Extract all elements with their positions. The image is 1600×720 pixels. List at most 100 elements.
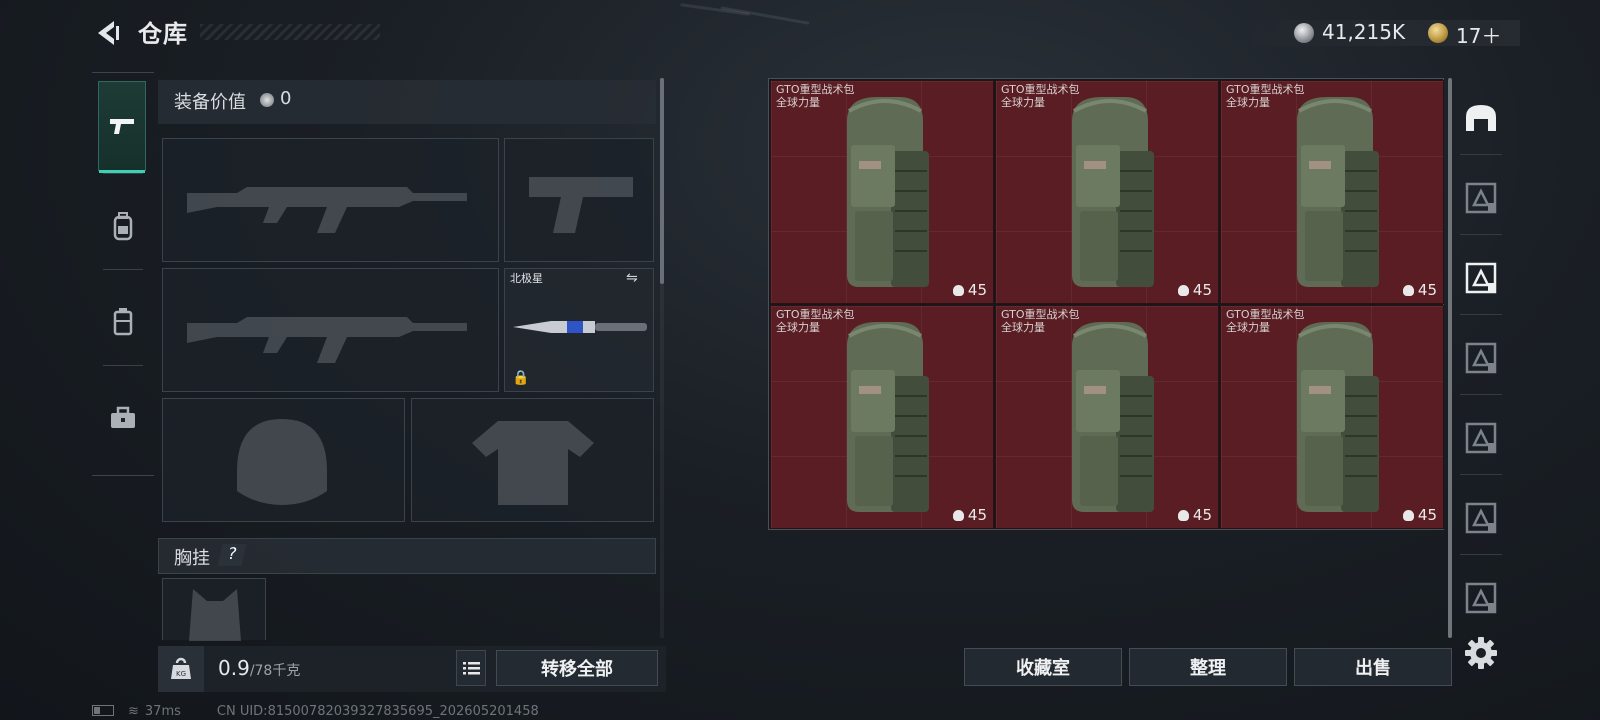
helmet-silhouette-icon (237, 419, 327, 505)
primary-weapon-slot-1[interactable] (162, 138, 499, 262)
tab-weapons[interactable] (98, 81, 146, 173)
list-view-button[interactable] (456, 650, 486, 686)
stash-page-6-icon (1465, 582, 1497, 614)
stash-page-4-icon (1465, 422, 1497, 454)
stash-item[interactable]: GTO重型战术包 全球力量 45 (1220, 305, 1444, 529)
stash-page-tab[interactable] (1460, 330, 1502, 386)
stash-page-tab[interactable] (1460, 170, 1502, 226)
item-tag: 全球力量 (1226, 321, 1270, 334)
list-icon (463, 662, 480, 675)
toolbox-icon (111, 406, 135, 428)
item-tag: 全球力量 (1001, 96, 1045, 109)
rifle-silhouette-icon (187, 187, 467, 233)
stash-scrollbar[interactable] (1448, 78, 1452, 638)
pistol-silhouette-icon (529, 177, 633, 233)
melee-item-name: 北极星 (510, 272, 543, 285)
tab-divider (1460, 474, 1502, 475)
stash-page-tabs (1460, 78, 1502, 638)
pistol-slot[interactable] (504, 138, 654, 262)
chest-rig-silhouette-icon (189, 589, 241, 641)
status-bar: ≋ 37ms CN UID:815007820393278356​95_202605… (92, 704, 539, 719)
backpack-icon (1072, 97, 1154, 287)
lock-icon: 🔒 (512, 370, 530, 386)
item-count: 45 (1403, 506, 1437, 524)
wifi-icon: ≋ (128, 704, 139, 719)
primary-weapon-slot-2[interactable] (162, 268, 499, 392)
sort-button[interactable]: 整理 (1129, 648, 1287, 686)
stash-item[interactable]: GTO重型战术包 全球力量 45 (770, 305, 994, 529)
stash-page-2-icon (1465, 262, 1497, 294)
stash-item[interactable]: GTO重型战术包 全球力量 45 (995, 80, 1219, 304)
uid-text: CN UID:815007820393278356​95_20260520145… (216, 704, 539, 719)
pistol-icon (110, 119, 134, 134)
equipment-scrollbar[interactable] (660, 78, 664, 284)
stash-page-tab[interactable] (1460, 570, 1502, 626)
equipment-value-label: 装备价值 (174, 92, 246, 113)
backpack-icon (847, 97, 929, 287)
equipment-value: 0 (280, 88, 292, 109)
gold-currency-value[interactable]: 17＋ (1456, 20, 1501, 49)
chest-rig-icon (113, 308, 133, 336)
helmet-slot[interactable] (162, 398, 405, 522)
equipment-category-tabs (92, 72, 154, 476)
tab-divider (1460, 554, 1502, 555)
stash-page-5-icon (1465, 502, 1497, 534)
item-count: 45 (953, 506, 987, 524)
transfer-all-button[interactable]: 转移全部 (496, 650, 658, 686)
stash-page-1-icon (1465, 182, 1497, 214)
item-count: 45 (953, 281, 987, 299)
collection-room-button[interactable]: 收藏室 (964, 648, 1122, 686)
silver-currency-value[interactable]: 41,215K (1322, 20, 1405, 44)
tab-divider (1460, 234, 1502, 235)
tab-divider (1460, 394, 1502, 395)
item-count: 45 (1178, 281, 1212, 299)
title-decoration (200, 24, 380, 40)
svg-text:KG: KG (176, 670, 186, 678)
stash-home-icon (1466, 105, 1496, 131)
armor-silhouette-icon (472, 421, 594, 505)
stash-home-tab[interactable] (1460, 90, 1502, 146)
weight-value: 0.9/78千克 (218, 656, 300, 680)
backpack-icon (113, 212, 133, 241)
tab-toolbox[interactable] (92, 369, 154, 467)
tab-divider (1460, 314, 1502, 315)
stash-page-tab[interactable] (1460, 250, 1502, 306)
stash-item[interactable]: GTO重型战术包 全球力量 45 (1220, 80, 1444, 304)
backpack-icon (847, 322, 929, 512)
gold-coin-icon (1428, 23, 1448, 43)
item-tag: 全球力量 (776, 96, 820, 109)
stash-item[interactable]: GTO重型战术包 全球力量 45 (770, 80, 994, 304)
item-count: 45 (1178, 506, 1212, 524)
knife-icon (513, 321, 647, 333)
weight-indicator: KG (158, 646, 204, 692)
rifle-silhouette-icon (187, 317, 467, 363)
chest-rig-slot[interactable] (162, 578, 266, 641)
stash-page-tab[interactable] (1460, 490, 1502, 546)
page-title: 仓库 (138, 20, 188, 48)
stash-page-tab[interactable] (1460, 410, 1502, 466)
backpack-icon (1297, 322, 1379, 512)
swap-icon[interactable]: ⇋ (626, 270, 638, 286)
ping-value: 37ms (144, 704, 181, 719)
silver-coin-icon (1294, 23, 1314, 43)
backpack-icon (1297, 97, 1379, 287)
help-icon[interactable]: ? (217, 544, 247, 566)
tab-chest-rig[interactable] (92, 273, 154, 371)
stash-grid: GTO重型战术包 全球力量 45 GTO重型战术包 全球力量 45 GTO重型战术包 全球力量… (768, 78, 1444, 530)
item-tag: 全球力量 (1226, 96, 1270, 109)
stash-page-3-icon (1465, 342, 1497, 374)
chest-rig-label: 胸挂 (174, 548, 210, 569)
settings-gear-icon[interactable] (1464, 636, 1498, 670)
battery-icon (92, 705, 114, 716)
sell-button[interactable]: 出售 (1294, 648, 1452, 686)
max-weight: /78千克 (249, 663, 301, 679)
current-weight: 0.9 (218, 656, 250, 680)
back-arrow-icon[interactable] (92, 18, 122, 48)
body-armor-slot[interactable] (411, 398, 654, 522)
item-tag: 全球力量 (776, 321, 820, 334)
item-count: 45 (1403, 281, 1437, 299)
stash-item[interactable]: GTO重型战术包 全球力量 45 (995, 305, 1219, 529)
silver-coin-icon (260, 93, 274, 107)
item-tag: 全球力量 (1001, 321, 1045, 334)
tab-backpack[interactable] (92, 177, 154, 275)
